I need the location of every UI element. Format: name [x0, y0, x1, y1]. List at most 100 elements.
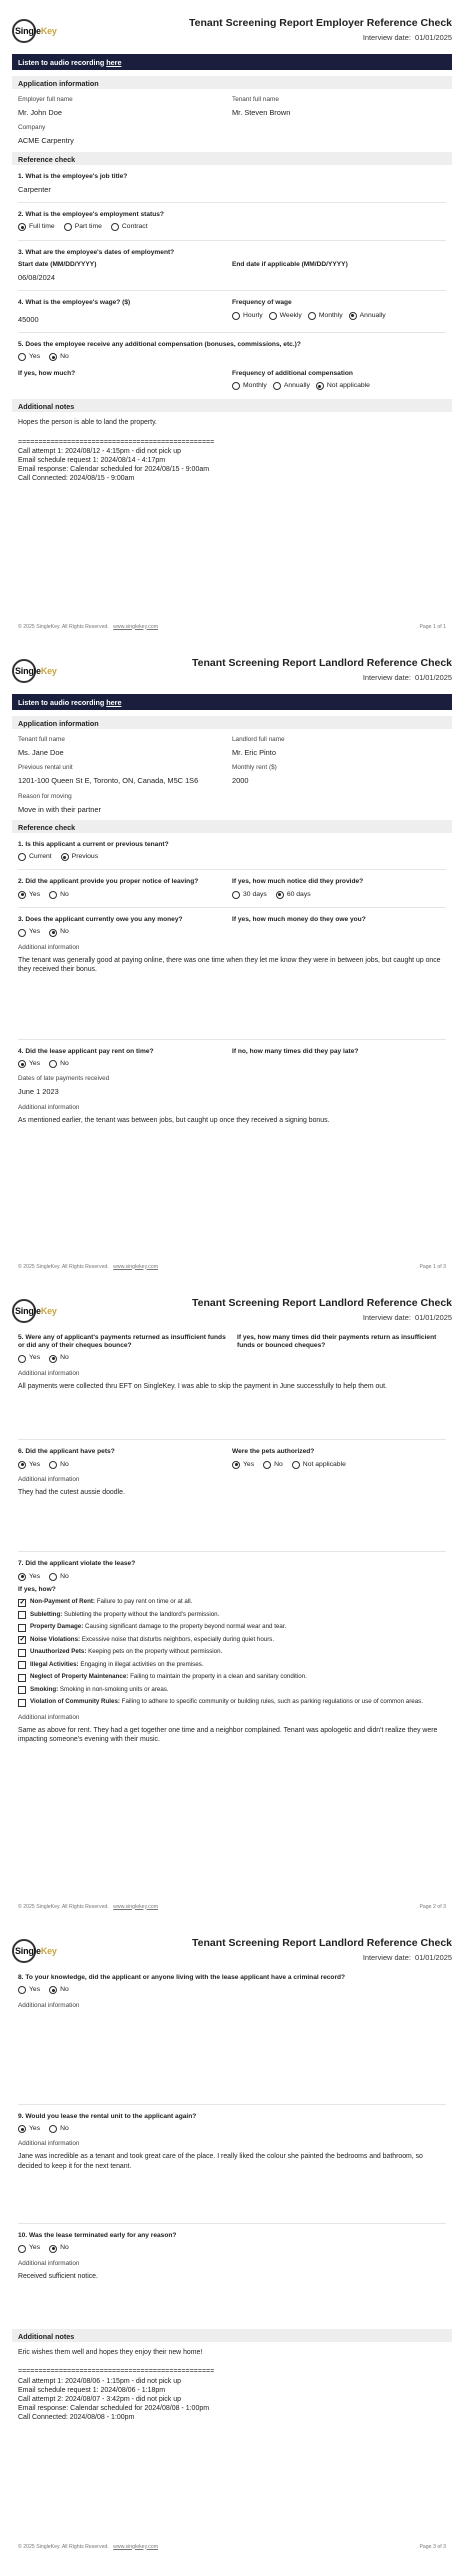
wage-value: 45000	[18, 314, 39, 324]
audio-link[interactable]: here	[106, 698, 121, 707]
tenant-status-options: Current Previous	[18, 853, 446, 862]
option-no[interactable]: No	[49, 1354, 69, 1363]
section-reference-check: Reference check	[12, 819, 452, 833]
question-9: 9. Would you lease the rental unit to th…	[18, 2112, 197, 2120]
radio-icon	[49, 1060, 58, 1068]
wage-frequency-label: Frequency of wage	[232, 299, 292, 307]
option-no[interactable]: No	[49, 2125, 69, 2134]
landlord-label: Landlord full name	[232, 736, 285, 743]
option-yes[interactable]: Yes	[18, 353, 40, 362]
interview-date: Interview date: 01/01/2025	[362, 673, 452, 683]
option-annually[interactable]: Annually	[272, 382, 310, 391]
option-monthly[interactable]: Monthly	[307, 311, 343, 320]
option-yes[interactable]: Yes	[232, 1461, 254, 1469]
additional-info-label: Additional information	[18, 2001, 80, 2009]
audio-link[interactable]: here	[106, 58, 121, 67]
radio-icon	[232, 382, 240, 391]
late-dates-value: June 1 2023	[18, 1087, 59, 1097]
option-current[interactable]: Current	[18, 853, 52, 862]
website-link[interactable]: www.singlekey.com	[113, 2544, 158, 2550]
option-yes[interactable]: Yes	[18, 1461, 40, 1469]
radio-icon	[232, 311, 240, 320]
additional-info-label: Additional information	[18, 1475, 80, 1483]
violation-item[interactable]: Subletting: Subletting the property with…	[18, 1611, 446, 1620]
compensation-options: Yes No	[18, 353, 446, 362]
option-60-days[interactable]: 60 days	[275, 891, 311, 899]
employment-status-options: Full time Part time Contract	[18, 223, 446, 232]
page-number: Page 3 of 3	[419, 2543, 446, 2550]
radio-selected-icon	[49, 928, 58, 937]
tenant-value: Ms. Jane Doe	[18, 748, 64, 757]
radio-icon	[49, 890, 58, 899]
option-yes[interactable]: Yes	[18, 1986, 40, 1995]
page-number: Page 1 of 3	[419, 1263, 446, 1270]
question-5: 5. Were any of applicant's payments retu…	[18, 1334, 226, 1350]
radio-selected-icon	[18, 1060, 26, 1068]
radio-selected-icon	[49, 353, 58, 362]
violation-item[interactable]: Noise Violations: Excessive noise that d…	[18, 1635, 446, 1644]
option-previous[interactable]: Previous	[60, 853, 98, 862]
singlekey-logo: SingleKey	[12, 659, 72, 683]
option-full-time[interactable]: Full time	[18, 223, 55, 232]
additional-info-text: The tenant was generally good at paying …	[18, 956, 441, 974]
option-no[interactable]: No	[49, 1461, 69, 1469]
option-yes[interactable]: Yes	[18, 2244, 40, 2253]
option-no[interactable]: No	[49, 353, 69, 362]
option-30-days[interactable]: 30 days	[232, 891, 267, 899]
rent-value: 2000	[232, 776, 249, 786]
violation-item[interactable]: Illegal Activities: Engaging in illegal …	[18, 1661, 446, 1670]
option-not-applicable[interactable]: Not applicable	[315, 382, 370, 391]
terminated-early-options: Yes No	[18, 2244, 446, 2253]
option-yes[interactable]: Yes	[18, 928, 40, 937]
option-yes[interactable]: Yes	[18, 2125, 40, 2134]
option-no[interactable]: No	[49, 891, 69, 899]
option-no[interactable]: No	[263, 1461, 283, 1469]
option-no[interactable]: No	[49, 1060, 69, 1068]
option-no[interactable]: No	[49, 1986, 69, 1995]
option-no[interactable]: No	[49, 2244, 69, 2253]
violation-item[interactable]: Smoking: Smoking in non-smoking units or…	[18, 1686, 446, 1695]
question-4: 4. What is the employee's wage? ($)	[18, 299, 131, 307]
option-yes[interactable]: Yes	[18, 891, 40, 899]
option-contract[interactable]: Contract	[110, 223, 148, 232]
notice-options: Yes No	[18, 891, 232, 899]
option-monthly[interactable]: Monthly	[232, 382, 267, 391]
radio-selected-icon	[18, 1572, 26, 1581]
website-link[interactable]: www.singlekey.com	[113, 624, 158, 630]
violation-item[interactable]: Non-Payment of Rent: Failure to pay rent…	[18, 1598, 446, 1607]
violation-item[interactable]: Unauthorized Pets: Keeping pets on the p…	[18, 1648, 446, 1657]
website-link[interactable]: www.singlekey.com	[113, 1904, 158, 1910]
option-not-applicable[interactable]: Not applicable	[291, 1461, 346, 1469]
option-yes[interactable]: Yes	[18, 1573, 40, 1581]
radio-icon	[307, 311, 316, 320]
bounced-options: Yes No	[18, 1354, 227, 1363]
option-yes[interactable]: Yes	[18, 1354, 40, 1363]
page-footer: © 2025 SingleKey. All Rights Reserved. w…	[18, 1263, 446, 1270]
violation-item[interactable]: Property Damage: Causing significant dam…	[18, 1623, 446, 1632]
checkbox-icon	[18, 1623, 26, 1632]
additional-info-text: Received sufficient notice.	[18, 2272, 98, 2280]
option-part-time[interactable]: Part time	[63, 223, 102, 232]
interview-date: Interview date: 01/01/2025	[362, 1953, 452, 1963]
violation-item[interactable]: Violation of Community Rules: Failing to…	[18, 1698, 446, 1707]
page-number: Page 1 of 1	[419, 623, 446, 630]
section-additional-notes: Additional notes	[12, 399, 452, 413]
option-no[interactable]: No	[49, 1573, 69, 1581]
page-footer: © 2025 SingleKey. All Rights Reserved. w…	[18, 2543, 446, 2550]
radio-selected-icon	[18, 1460, 26, 1469]
additional-info-label: Additional information	[18, 2259, 80, 2267]
question-7: 7. Did the applicant violate the lease?	[18, 1560, 136, 1568]
pets-options: Yes No	[18, 1461, 232, 1469]
website-link[interactable]: www.singlekey.com	[113, 1264, 158, 1270]
question-8: 8. To your knowledge, did the applicant …	[18, 1974, 346, 1981]
radio-selected-icon	[18, 223, 26, 232]
option-yes[interactable]: Yes	[18, 1060, 40, 1068]
option-hourly[interactable]: Hourly	[232, 312, 263, 320]
page-title: Tenant Screening Report Employer Referen…	[189, 17, 452, 29]
radio-selected-icon	[49, 2244, 58, 2253]
option-weekly[interactable]: Weekly	[268, 312, 302, 320]
question-2: 2. Did the applicant provide you proper …	[18, 878, 199, 886]
violation-item[interactable]: Neglect of Property Maintenance: Failing…	[18, 1673, 446, 1682]
option-no[interactable]: No	[49, 928, 69, 937]
option-annually[interactable]: Annually	[348, 312, 386, 320]
